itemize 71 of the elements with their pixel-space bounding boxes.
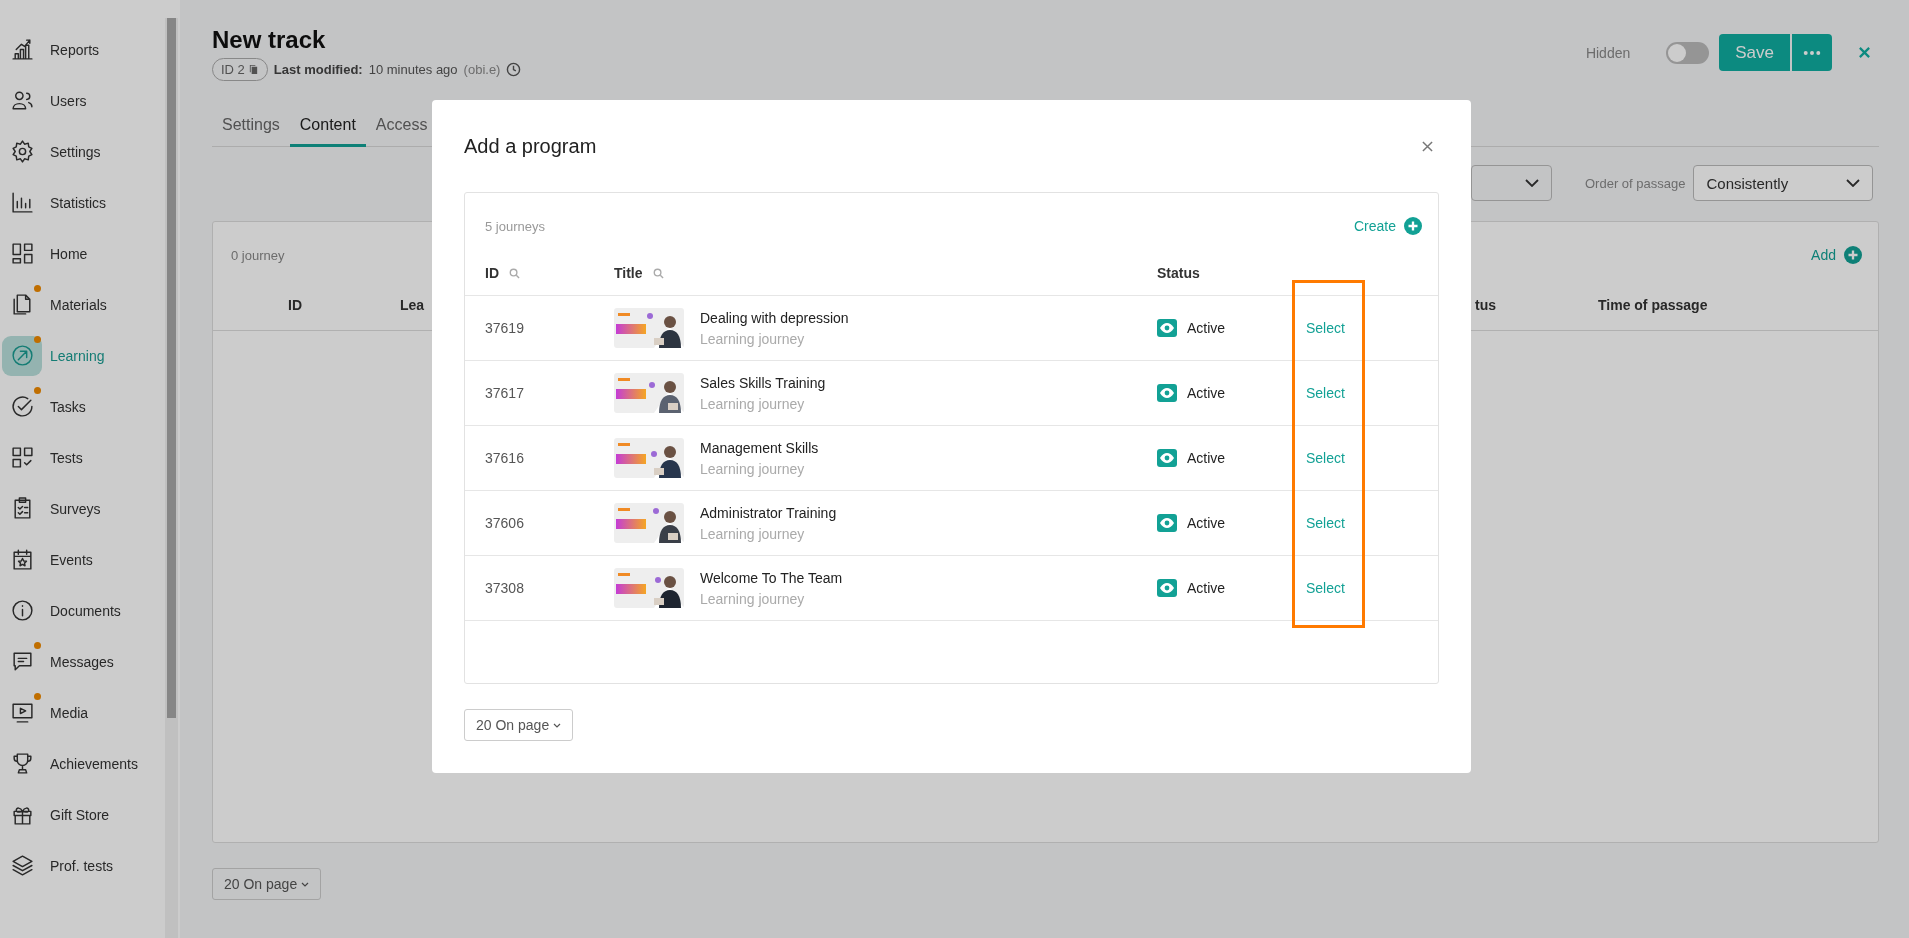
scrollbar[interactable] [165,18,178,938]
table-cell-text: 37619 [485,320,525,336]
video-icon [9,700,35,725]
eye-icon [1157,384,1177,402]
settings-icon [9,139,35,164]
eye-icon [1157,449,1177,467]
chevron-icon [301,881,310,887]
column-header: Status [1157,265,1200,281]
table-cell-text: 37606 [485,515,525,531]
chevron-icon [1846,179,1861,187]
grid-check-icon [9,445,35,470]
modified-time: 10 minutes ago [368,62,458,77]
status-text: Active [1187,450,1226,466]
tab[interactable]: Content [289,108,366,147]
copy-icon [247,64,259,75]
program-title: Dealing with depression [700,309,849,326]
search-icon[interactable] [509,267,520,279]
add-icon[interactable] [1844,246,1862,264]
page-size-dropdown[interactable]: 20 On page [464,709,574,741]
visibility-label: Hidden [1585,44,1631,61]
eye-icon [1157,579,1177,597]
info-icon [9,598,35,623]
journey-count: 0 journey [231,247,286,263]
table-cell-text: 37616 [485,450,525,466]
table-cell-text: 37308 [485,580,525,596]
program-type: Learning journey [700,460,806,477]
table-cell-text: 37617 [485,385,525,401]
modal-title: Add a program [464,134,597,158]
status-text: Active [1187,320,1226,336]
status-text: Active [1187,385,1226,401]
more-button[interactable] [1792,34,1832,71]
page-size-dropdown[interactable]: 20 On page [212,868,322,900]
chevron-icon [1525,179,1539,187]
status-text: Active [1187,580,1226,596]
bar-chart-icon [9,190,35,215]
program-type: Learning journey [700,395,806,412]
dropdown[interactable] [1471,165,1552,201]
program-type: Learning journey [700,525,806,542]
search-icon[interactable] [652,267,664,279]
program-title: Administrator Training [700,504,837,521]
layers-icon [9,853,35,878]
eye-icon [1157,514,1177,532]
dashboard-icon [9,241,35,266]
add-icon[interactable] [1404,217,1422,235]
program-title: Sales Skills Training [700,374,826,391]
column-header: ID [288,297,303,313]
program-title: Management Skills [700,439,819,456]
program-title: Welcome To The Team [700,569,843,586]
modified-by: (obi.e) [463,62,501,77]
program-type: Learning journey [700,590,806,607]
order-dropdown[interactable]: Consistently [1693,165,1874,201]
eye-icon [1157,319,1177,337]
close-icon[interactable] [1858,46,1871,59]
journey-count: 5 journeys [485,218,546,234]
tab[interactable]: Settings [212,108,290,147]
more-icon [1803,49,1821,56]
clock-icon [506,62,522,77]
column-header: Lea [400,297,426,313]
column-header: Title [614,265,643,281]
page-title: New track [212,25,327,55]
column-header: tus [1475,297,1497,313]
program-type: Learning journey [700,330,806,347]
users-icon [9,88,35,113]
modified-label: Last modified: [273,62,363,77]
order-label: Order of passage [1585,175,1686,191]
column-header: ID [485,265,499,281]
column-header: Time of passage [1598,297,1709,313]
status-text: Active [1187,515,1226,531]
visibility-toggle[interactable] [1666,41,1710,64]
close-icon[interactable] [1422,140,1433,152]
chevron-icon [553,722,562,728]
